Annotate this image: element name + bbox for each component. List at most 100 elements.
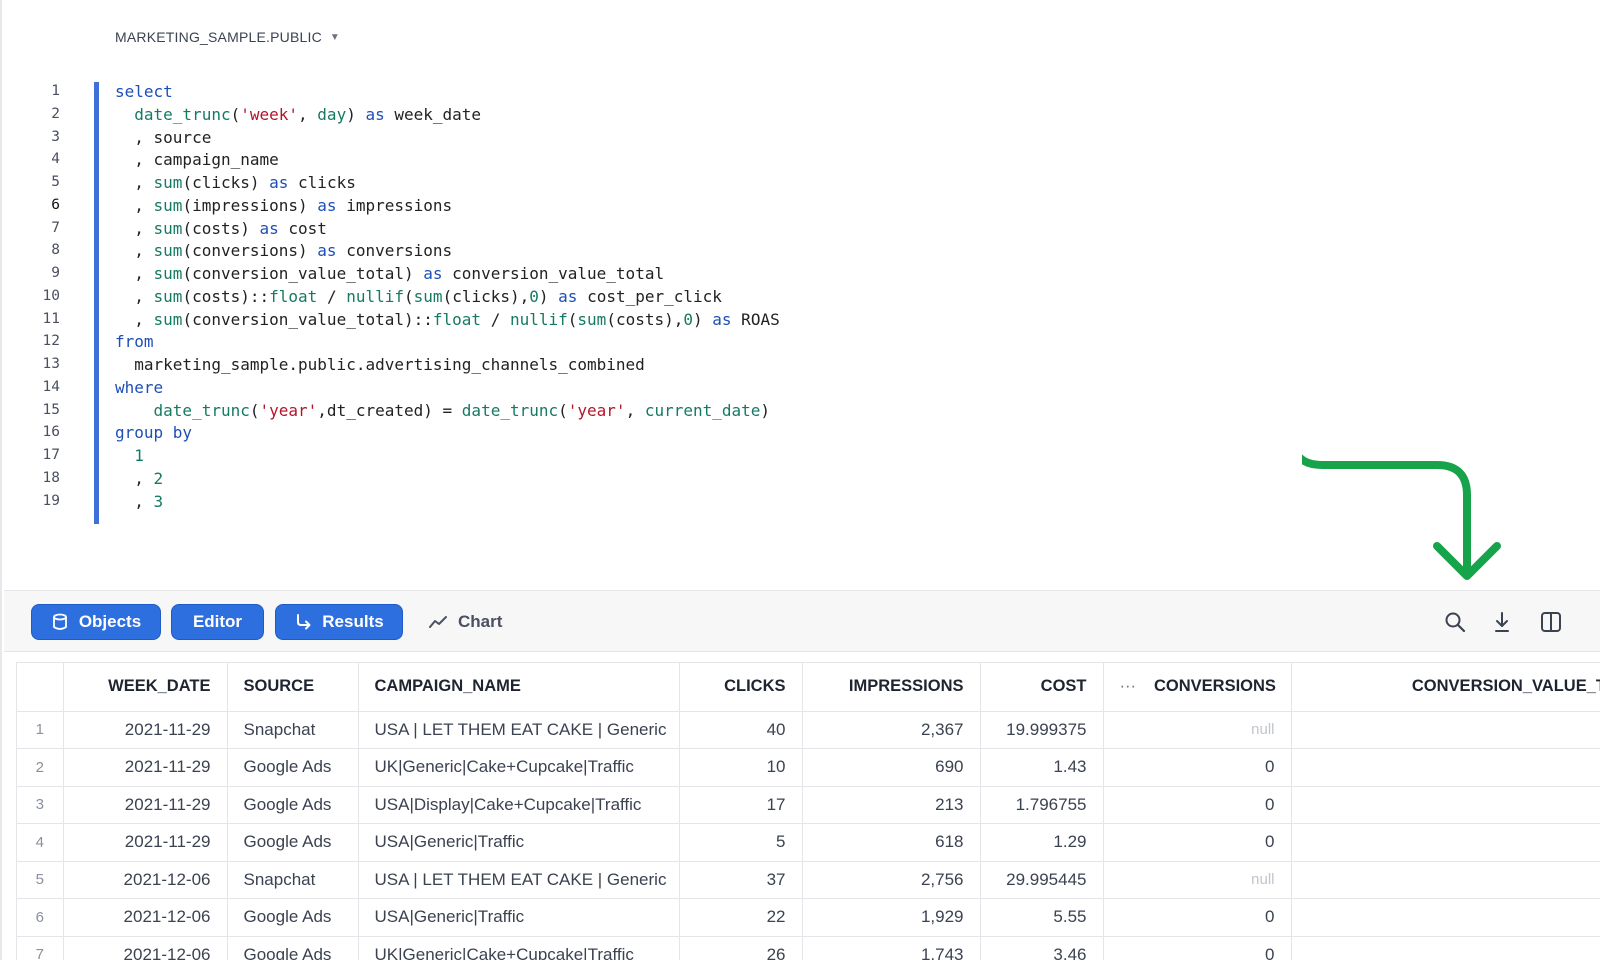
column-header-impressions[interactable]: IMPRESSIONS: [802, 663, 981, 712]
table-cell[interactable]: n: [1291, 861, 1600, 899]
table-cell[interactable]: 22: [679, 898, 803, 937]
results-button[interactable]: Results: [275, 604, 403, 640]
table-cell[interactable]: Google Ads: [227, 898, 359, 937]
code-line[interactable]: , sum(costs) as cost: [115, 219, 327, 238]
code-line[interactable]: , 3: [115, 492, 163, 511]
table-cell[interactable]: 0: [1103, 823, 1292, 862]
code-line[interactable]: marketing_sample.public.advertising_chan…: [115, 355, 645, 374]
editor-button[interactable]: Editor: [171, 604, 264, 640]
code-line[interactable]: , sum(conversions) as conversions: [115, 241, 452, 260]
table-cell[interactable]: 618: [802, 823, 981, 862]
table-cell[interactable]: 2021-11-29: [63, 823, 228, 862]
table-cell[interactable]: 1.29: [980, 823, 1104, 862]
table-cell[interactable]: 2,367: [802, 711, 981, 749]
table-cell[interactable]: 2021-11-29: [63, 786, 228, 824]
table-cell[interactable]: 17: [679, 786, 803, 824]
table-cell[interactable]: Google Ads: [227, 786, 359, 824]
column-header-conversion-value-total[interactable]: CONVERSION_VALUE_TOT...: [1291, 663, 1600, 712]
code-line[interactable]: from: [115, 332, 154, 351]
table-cell[interactable]: [1291, 936, 1600, 960]
table-cell[interactable]: 2021-12-06: [63, 861, 228, 899]
table-cell[interactable]: 0: [1103, 748, 1292, 787]
code-line[interactable]: , campaign_name: [115, 150, 279, 169]
table-row[interactable]: 7 2021-12-06 Google Ads UK|Generic|Cake+Cup…: [17, 936, 1600, 960]
table-cell[interactable]: 3.46: [980, 936, 1104, 960]
code-line[interactable]: , 2: [115, 469, 163, 488]
table-cell[interactable]: 2,756: [802, 861, 981, 899]
table-cell[interactable]: 1,743: [802, 936, 981, 960]
table-cell[interactable]: 2021-11-29: [63, 711, 228, 749]
results-table[interactable]: WEEK_DATE SOURCE CAMPAIGN_NAME CLICKS IM…: [16, 662, 1600, 960]
table-cell[interactable]: 19.999375: [980, 711, 1104, 749]
table-cell[interactable]: 26: [679, 936, 803, 960]
table-cell[interactable]: Google Ads: [227, 936, 359, 960]
chart-button[interactable]: Chart: [428, 604, 502, 640]
column-header-source[interactable]: SOURCE: [227, 663, 359, 712]
toggle-split-pane-button[interactable]: [1538, 609, 1564, 635]
table-cell[interactable]: null: [1103, 861, 1292, 899]
table-cell[interactable]: 0: [1103, 898, 1292, 937]
table-cell[interactable]: 1,929: [802, 898, 981, 937]
table-cell[interactable]: [1291, 748, 1600, 787]
column-header-conversions[interactable]: ··· CONVERSIONS: [1103, 663, 1292, 712]
code-line[interactable]: select: [115, 82, 173, 101]
table-cell[interactable]: [1291, 786, 1600, 824]
search-results-button[interactable]: [1442, 609, 1468, 635]
table-cell[interactable]: USA | LET THEM EAT CAKE | Generic: [358, 711, 680, 749]
column-header-week-date[interactable]: WEEK_DATE: [63, 663, 228, 712]
table-cell[interactable]: 40: [679, 711, 803, 749]
table-cell[interactable]: 37: [679, 861, 803, 899]
table-cell[interactable]: n: [1291, 711, 1600, 749]
table-cell[interactable]: 1.796755: [980, 786, 1104, 824]
table-cell[interactable]: UK|Generic|Cake+Cupcake|Traffic: [358, 748, 680, 787]
table-cell[interactable]: UK|Generic|Cake+Cupcake|Traffic: [358, 936, 680, 960]
code-line[interactable]: 1: [115, 446, 144, 465]
code-line[interactable]: , sum(clicks) as clicks: [115, 173, 356, 192]
table-cell[interactable]: 5: [679, 823, 803, 862]
table-cell[interactable]: USA|Display|Cake+Cupcake|Traffic: [358, 786, 680, 824]
download-results-button[interactable]: [1489, 609, 1515, 635]
table-cell[interactable]: 2021-12-06: [63, 936, 228, 960]
code-line[interactable]: date_trunc('year',dt_created) = date_tru…: [115, 401, 771, 420]
table-cell[interactable]: null: [1103, 711, 1292, 749]
table-cell[interactable]: USA|Generic|Traffic: [358, 898, 680, 937]
table-cell[interactable]: Google Ads: [227, 823, 359, 862]
table-row[interactable]: 4 2021-11-29 Google Ads USA|Generic|Traffic…: [17, 823, 1600, 862]
code-line[interactable]: , sum(conversion_value_total) as convers…: [115, 264, 664, 283]
table-cell[interactable]: 690: [802, 748, 981, 787]
table-cell[interactable]: 0: [1103, 936, 1292, 960]
column-header-clicks[interactable]: CLICKS: [679, 663, 803, 712]
table-cell[interactable]: USA | LET THEM EAT CAKE | Generic: [358, 861, 680, 899]
table-cell[interactable]: 29.995445: [980, 861, 1104, 899]
table-cell[interactable]: 1.43: [980, 748, 1104, 787]
table-cell[interactable]: 213: [802, 786, 981, 824]
table-cell[interactable]: 2021-12-06: [63, 898, 228, 937]
database-schema-selector[interactable]: MARKETING_SAMPLE.PUBLIC ▼: [115, 29, 340, 45]
table-cell[interactable]: 2021-11-29: [63, 748, 228, 787]
table-row[interactable]: 5 2021-12-06 Snapchat USA | LET THEM EAT CA…: [17, 861, 1600, 899]
table-cell[interactable]: 5.55: [980, 898, 1104, 937]
code-line[interactable]: , source: [115, 128, 211, 147]
code-line[interactable]: date_trunc('week', day) as week_date: [115, 105, 481, 124]
table-cell[interactable]: Snapchat: [227, 861, 359, 899]
table-cell[interactable]: [1291, 898, 1600, 937]
table-cell[interactable]: 0: [1103, 786, 1292, 824]
table-row[interactable]: 6 2021-12-06 Google Ads USA|Generic|Traffic…: [17, 898, 1600, 937]
table-row[interactable]: 2 2021-11-29 Google Ads UK|Generic|Cake+Cup…: [17, 748, 1600, 787]
column-header-campaign-name[interactable]: CAMPAIGN_NAME: [358, 663, 680, 712]
table-cell[interactable]: 10: [679, 748, 803, 787]
code-line[interactable]: group by: [115, 423, 192, 442]
table-cell[interactable]: Snapchat: [227, 711, 359, 749]
table-row[interactable]: 1 2021-11-29 Snapchat USA | LET THEM EAT CA…: [17, 711, 1600, 749]
code-line[interactable]: , sum(costs)::float / nullif(sum(clicks)…: [115, 287, 722, 306]
table-cell[interactable]: [1291, 823, 1600, 862]
code-line[interactable]: , sum(impressions) as impressions: [115, 196, 452, 215]
objects-button[interactable]: Objects: [31, 604, 161, 640]
code-line[interactable]: , sum(conversion_value_total)::float / n…: [115, 310, 779, 329]
table-row[interactable]: 3 2021-11-29 Google Ads USA|Display|Cake+Cu…: [17, 786, 1600, 824]
column-header-cost[interactable]: COST: [980, 663, 1104, 712]
table-cell[interactable]: USA|Generic|Traffic: [358, 823, 680, 862]
table-cell[interactable]: Google Ads: [227, 748, 359, 787]
code-line[interactable]: where: [115, 378, 163, 397]
more-columns-icon[interactable]: ···: [1120, 677, 1136, 695]
